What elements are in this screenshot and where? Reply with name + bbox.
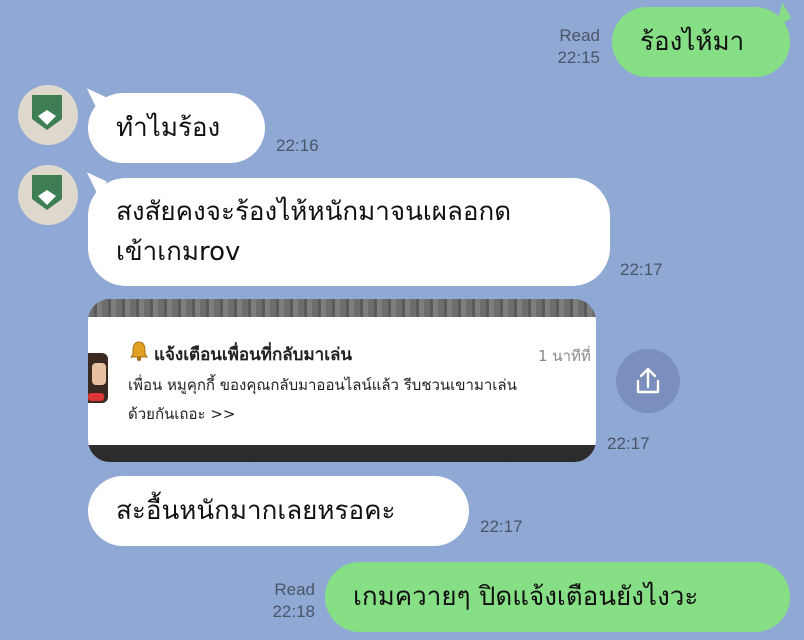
share-icon [636,367,660,394]
share-button[interactable] [616,349,680,413]
pencil-icon [32,95,62,130]
message-text: สะอื้นหนักมากเลยหรอคะ [116,496,396,526]
outgoing-message-bubble[interactable]: ร้องไห้มา [612,7,790,77]
bell-icon [128,340,150,366]
notification-title: แจ้งเตือนเพื่อนที่กลับมาเล่น [154,345,353,365]
message-time: 22:17 [620,260,663,279]
notification-timeago: 1 นาทีที่ [538,347,591,365]
message-text: ร้องไห้มา [640,27,745,57]
notification-body-line-2: ด้วยกันเถอะ >> [128,405,236,423]
game-avatar [88,353,108,403]
incoming-message-bubble[interactable]: สะอื้นหนักมากเลยหรอคะ [88,476,469,546]
incoming-message-bubble[interactable]: สงสัยคงจะร้องไห้หนักมาจนเผลอกด เข้าเกมro… [88,178,610,286]
background-building-top [88,299,596,317]
message-time: 22:15 [557,48,600,67]
message-text: เกมควายๆ ปิดแจ้งเตือนยังไงวะ [353,582,699,612]
read-status: Read [559,26,600,45]
message-time: 22:18 [272,602,315,621]
pencil-icon [32,175,62,210]
contact-avatar[interactable] [18,85,78,145]
message-time: 22:17 [480,517,523,536]
read-status: Read [274,580,315,599]
notification-panel: แจ้งเตือนเพื่อนที่กลับมาเล่น 1 นาทีที่ เ… [88,317,596,445]
notification-body-line-1: เพื่อน หมูคุกกี้ ของคุณกลับมาออนไลน์แล้ว… [128,376,517,394]
incoming-message-bubble[interactable]: ทำไมร้อง [88,93,265,163]
message-time: 22:17 [607,434,650,453]
message-time: 22:16 [276,136,319,155]
message-text: ทำไมร้อง [116,113,221,143]
message-text-line-1: สงสัยคงจะร้องไห้หนักมาจนเผลอกด [116,197,512,227]
contact-avatar[interactable] [18,165,78,225]
message-text-line-2: เข้าเกมrov [116,237,241,267]
outgoing-message-bubble[interactable]: เกมควายๆ ปิดแจ้งเตือนยังไงวะ [325,562,790,632]
shared-image-card[interactable]: แจ้งเตือนเพื่อนที่กลับมาเล่น 1 นาทีที่ เ… [88,299,596,462]
